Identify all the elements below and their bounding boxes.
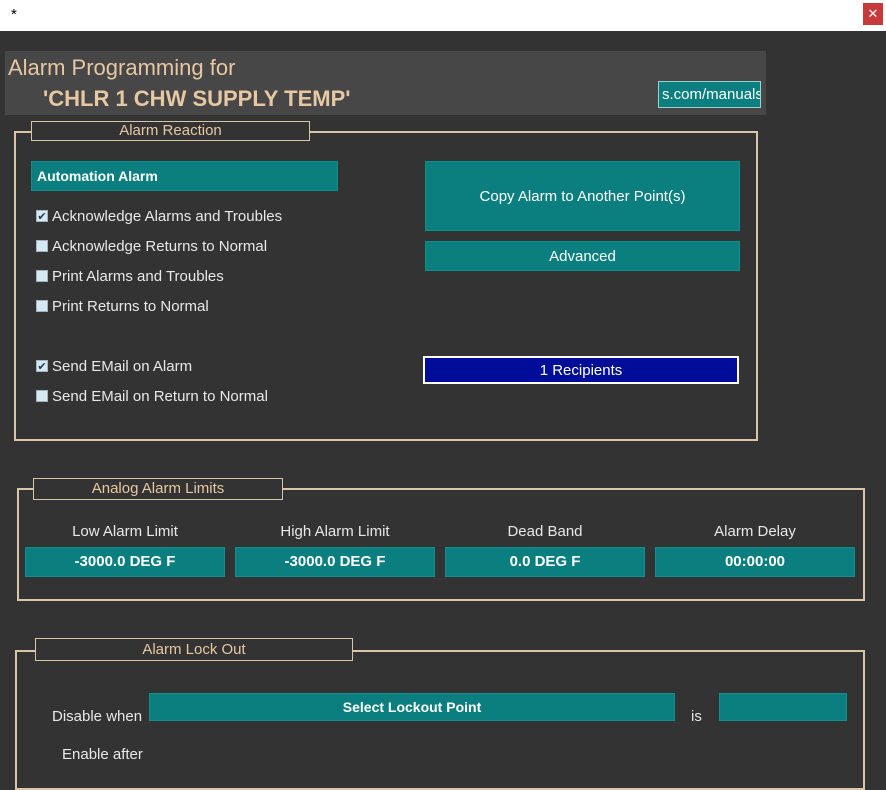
checkbox-unchecked-icon: [36, 300, 48, 312]
checkbox-label: Acknowledge Returns to Normal: [52, 237, 268, 255]
print-alarms-checkbox[interactable]: Print Alarms and Troubles: [36, 267, 224, 285]
select-lockout-point-button[interactable]: Select Lockout Point: [149, 693, 675, 721]
dead-band-label: Dead Band: [507, 523, 583, 540]
disable-when-label: Disable when: [52, 708, 143, 725]
page-title: Alarm Programming for: [8, 55, 236, 80]
checkbox-label: Acknowledge Alarms and Troubles: [52, 207, 283, 225]
dead-band-field[interactable]: 0.0 DEG F: [445, 547, 645, 577]
analog-limits-legend: Analog Alarm Limits: [33, 478, 283, 500]
checkbox-label: Print Returns to Normal: [52, 297, 209, 315]
print-returns-checkbox[interactable]: Print Returns to Normal: [36, 297, 209, 315]
copy-alarm-button[interactable]: Copy Alarm to Another Point(s): [425, 161, 740, 231]
enable-after-label: Enable after: [62, 746, 143, 763]
checkbox-label: Send EMail on Alarm: [52, 357, 193, 375]
checkbox-label: Send EMail on Return to Normal: [52, 387, 268, 405]
alarm-reaction-legend: Alarm Reaction: [31, 121, 310, 141]
ack-alarms-checkbox[interactable]: ✔ Acknowledge Alarms and Troubles: [36, 207, 282, 225]
alarm-delay-field[interactable]: 00:00:00: [655, 547, 855, 577]
point-name: 'CHLR 1 CHW SUPPLY TEMP': [43, 86, 351, 111]
is-label: is: [691, 708, 702, 725]
low-limit-field[interactable]: -3000.0 DEG F: [25, 547, 225, 577]
lockout-legend: Alarm Lock Out: [35, 638, 353, 661]
high-limit-label: High Alarm Limit: [280, 523, 390, 540]
alarm-type-select[interactable]: Automation Alarm: [31, 161, 338, 191]
lockout-state-field[interactable]: [719, 693, 847, 721]
recipients-button[interactable]: 1 Recipients: [423, 356, 739, 384]
advanced-button[interactable]: Advanced: [425, 241, 740, 271]
checkbox-unchecked-icon: [36, 390, 48, 402]
analog-limits-frame: [17, 488, 865, 601]
checkbox-label: Print Alarms and Troubles: [52, 267, 224, 285]
manual-url-field[interactable]: s.com/manuals: [658, 81, 761, 108]
checkbox-checked-icon: ✔: [36, 210, 48, 223]
low-limit-label: Low Alarm Limit: [72, 523, 178, 540]
email-return-checkbox[interactable]: Send EMail on Return to Normal: [36, 387, 268, 405]
ack-returns-checkbox[interactable]: Acknowledge Returns to Normal: [36, 237, 267, 255]
checkbox-unchecked-icon: [36, 270, 48, 282]
checkbox-checked-icon: ✔: [36, 360, 48, 373]
checkbox-unchecked-icon: [36, 240, 48, 252]
email-alarm-checkbox[interactable]: ✔ Send EMail on Alarm: [36, 357, 192, 375]
close-icon[interactable]: ✕: [863, 3, 883, 25]
window-title: *: [11, 6, 17, 23]
window-titlebar: * ✕: [0, 0, 886, 31]
high-limit-field[interactable]: -3000.0 DEG F: [235, 547, 435, 577]
alarm-delay-label: Alarm Delay: [714, 523, 796, 540]
